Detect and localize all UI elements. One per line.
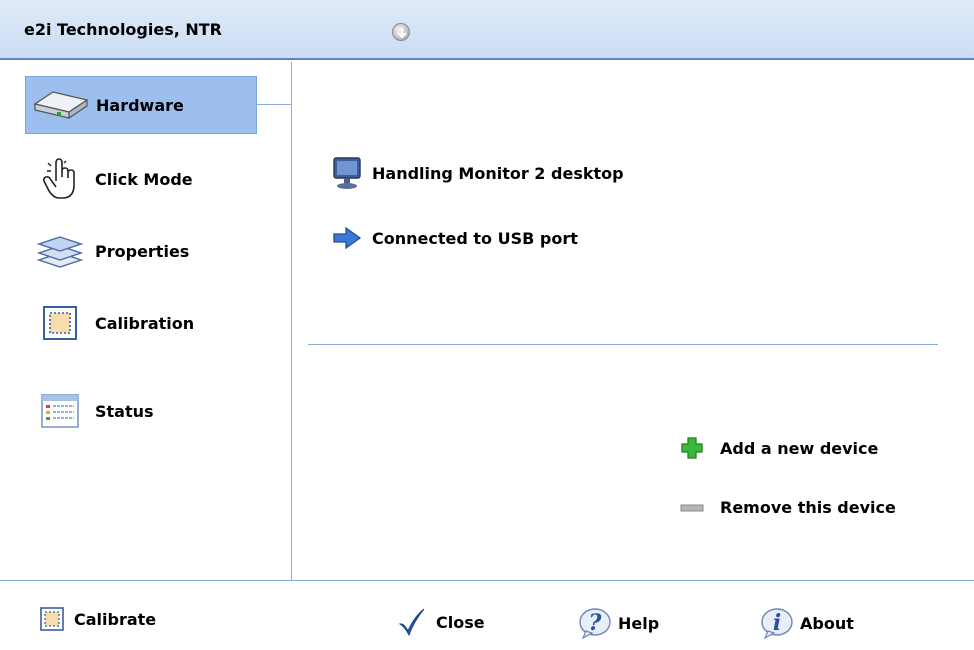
chevron-down-circle-icon[interactable] xyxy=(392,23,410,41)
calibration-icon xyxy=(25,294,95,352)
connection-status: Connected to USB port xyxy=(372,228,578,248)
device-info: Handling Monitor 2 desktop xyxy=(332,156,624,190)
main-panel: Handling Monitor 2 desktop Connected to … xyxy=(292,62,974,580)
minus-icon xyxy=(680,503,720,513)
sidebar-item-hardware[interactable]: Hardware xyxy=(25,76,257,134)
hand-pointer-icon xyxy=(25,150,95,208)
help-button[interactable]: ? Help xyxy=(578,607,659,639)
monitor-icon xyxy=(332,156,372,190)
sidebar-item-status[interactable]: Status xyxy=(25,382,257,440)
about-button[interactable]: i About xyxy=(760,607,854,639)
selection-connector xyxy=(257,104,292,105)
status-list-icon xyxy=(25,382,95,440)
remove-device-button[interactable]: Remove this device xyxy=(680,498,896,517)
hardware-drive-icon xyxy=(26,76,96,134)
add-device-label: Add a new device xyxy=(720,438,879,458)
sidebar-item-label: Status xyxy=(95,401,154,421)
connection-info: Connected to USB port xyxy=(332,226,578,250)
sidebar-item-properties[interactable]: Properties xyxy=(25,222,257,280)
sidebar-item-label: Click Mode xyxy=(95,169,193,189)
sidebar-item-label: Hardware xyxy=(96,95,184,115)
sidebar-item-calibration[interactable]: Calibration xyxy=(25,294,257,352)
title-bar: e2i Technologies, NTR xyxy=(0,0,974,60)
arrow-right-icon xyxy=(332,226,372,250)
plus-icon xyxy=(680,436,720,460)
about-label: About xyxy=(800,613,854,633)
help-icon: ? xyxy=(578,607,614,639)
svg-text:i: i xyxy=(773,610,781,636)
sidebar-item-label: Properties xyxy=(95,241,190,261)
info-icon: i xyxy=(760,607,796,639)
close-label: Close xyxy=(436,612,485,632)
calibrate-label: Calibrate xyxy=(74,609,157,629)
add-device-button[interactable]: Add a new device xyxy=(680,436,878,460)
bottom-toolbar: Calibrate Close ? Help i About xyxy=(0,580,974,650)
sidebar-item-click-mode[interactable]: Click Mode xyxy=(25,150,257,208)
calibrate-button[interactable]: Calibrate xyxy=(40,607,156,631)
sidebar: Hardware Click Mode Properties Calibrati… xyxy=(0,62,292,580)
remove-device-label: Remove this device xyxy=(720,498,896,517)
device-name: Handling Monitor 2 desktop xyxy=(372,163,624,183)
calibrate-icon xyxy=(40,607,64,631)
window-title: e2i Technologies, NTR xyxy=(24,20,222,39)
close-button[interactable]: Close xyxy=(398,607,485,637)
checkmark-icon xyxy=(398,607,426,637)
svg-text:?: ? xyxy=(589,610,603,636)
sidebar-item-label: Calibration xyxy=(95,313,195,333)
help-label: Help xyxy=(618,613,660,633)
layers-icon xyxy=(25,222,95,280)
content-separator xyxy=(308,344,938,345)
